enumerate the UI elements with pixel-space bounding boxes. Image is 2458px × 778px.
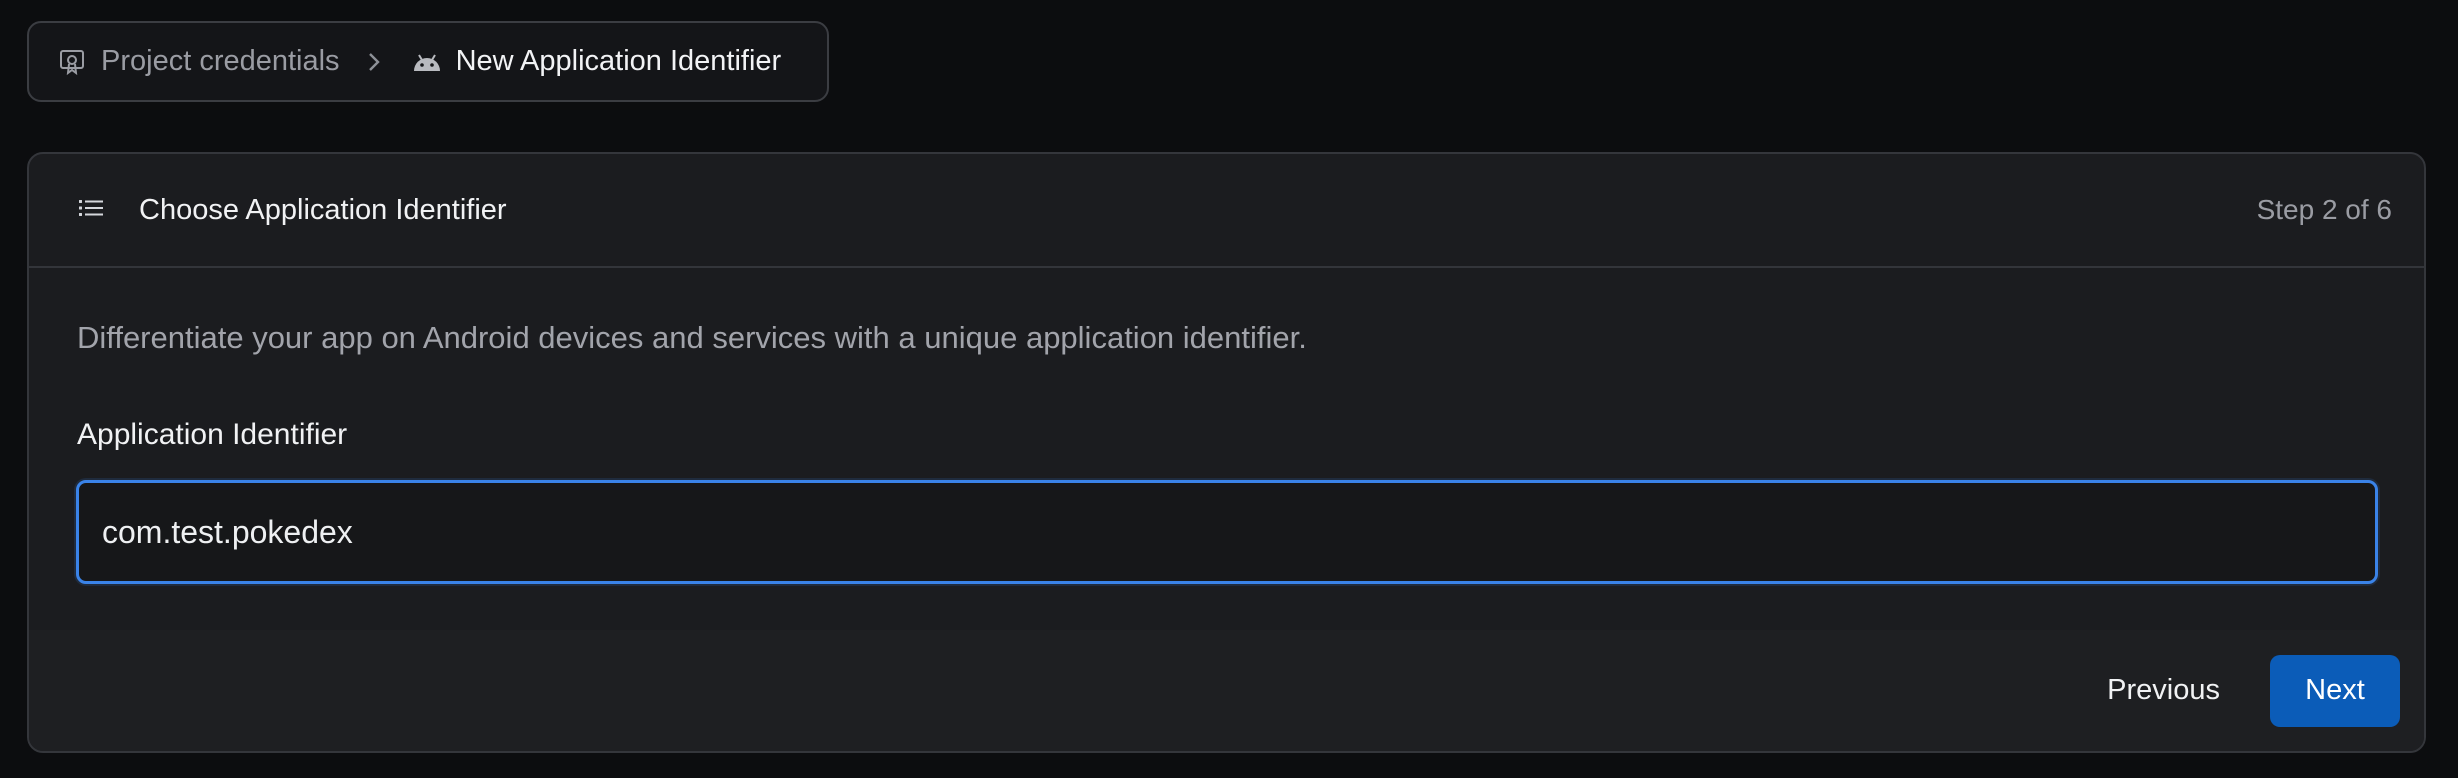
step-header: Choose Application Identifier Step 2 of … [29, 154, 2424, 268]
breadcrumb: Project credentials New Application Iden… [27, 21, 829, 102]
application-identifier-label: Application Identifier [77, 418, 348, 451]
step-progress: Step 2 of 6 [2256, 194, 2392, 225]
breadcrumb-project-credentials[interactable]: Project credentials [57, 45, 340, 78]
breadcrumb-label: Project credentials [101, 45, 340, 77]
step-footer: Previous Next [29, 630, 2424, 751]
list-icon [79, 198, 103, 223]
previous-button[interactable]: Previous [2079, 656, 2248, 725]
next-button[interactable]: Next [2270, 654, 2400, 727]
application-identifier-input[interactable] [76, 480, 2378, 584]
android-icon [412, 47, 442, 77]
step-card: Choose Application Identifier Step 2 of … [27, 152, 2426, 753]
chevron-right-icon [366, 50, 382, 74]
step-description: Differentiate your app on Android device… [77, 320, 1307, 355]
step-title-group: Choose Application Identifier [79, 194, 507, 227]
certificate-icon [57, 47, 87, 77]
breadcrumb-label: New Application Identifier [455, 45, 782, 77]
step-title: Choose Application Identifier [139, 193, 507, 226]
breadcrumb-new-application-identifier[interactable]: New Application Identifier [412, 45, 782, 78]
